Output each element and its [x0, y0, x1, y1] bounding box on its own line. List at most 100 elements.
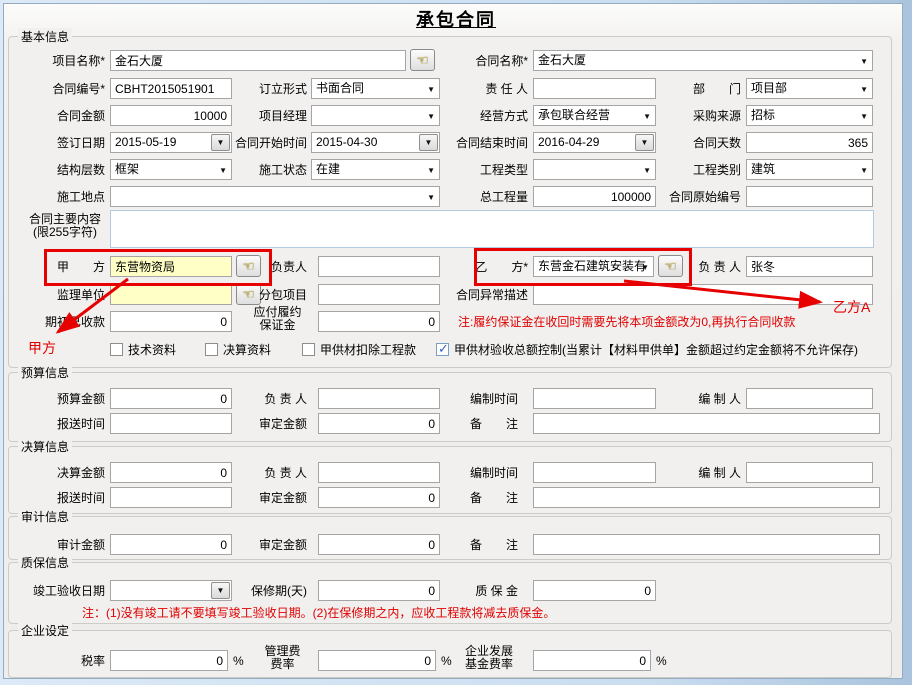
budget-remark-input[interactable] — [533, 413, 880, 434]
mgmt-fee-rate-label-line2: 费率 — [270, 657, 294, 671]
checkbox-material-total-control[interactable]: 甲供材验收总额控制(当累计【材料甲供单】金额超过约定金额将不允许保存) — [436, 341, 858, 358]
chevron-down-icon: ▼ — [427, 188, 435, 207]
form-type-combo[interactable]: 书面合同▼ — [311, 78, 440, 99]
budget-approved-label: 审定金额 — [240, 414, 307, 434]
budget-person-input[interactable] — [318, 388, 440, 409]
party-b-person-input[interactable] — [746, 256, 873, 277]
warranty-note: 注：(1)没有竣工请不要填写竣工验收日期。(2)在保修期之内，应收工程款将减去质… — [82, 604, 555, 621]
contract-days-input[interactable] — [746, 132, 873, 153]
chevron-down-icon: ▼ — [643, 161, 651, 180]
project-name-input[interactable] — [110, 50, 406, 71]
group-enterprise-settings-legend: 企业设定 — [18, 622, 72, 639]
budget-approved-input[interactable] — [318, 413, 440, 434]
procurement-source-label: 采购来源 — [664, 106, 741, 126]
quantity-label: 总工程量 — [446, 187, 528, 207]
responsible-input[interactable] — [533, 78, 656, 99]
checkbox-icon[interactable] — [302, 343, 315, 356]
initial-received-input[interactable] — [110, 311, 232, 332]
checkbox-label: 甲供材扣除工程款 — [320, 341, 416, 358]
project-name-pick-button[interactable]: ☜ — [410, 49, 435, 71]
warranty-period-input[interactable] — [318, 580, 440, 601]
budget-compile-time-input[interactable] — [533, 388, 656, 409]
construction-status-label: 施工状态 — [240, 160, 307, 180]
checkbox-icon[interactable] — [110, 343, 123, 356]
party-a-callout-text: 甲方 — [28, 338, 56, 358]
final-compiler-input[interactable] — [746, 462, 873, 483]
tax-rate-unit: % — [233, 651, 244, 671]
project-class-label: 工程类别 — [664, 160, 741, 180]
checkbox-icon[interactable] — [205, 343, 218, 356]
budget-submit-input[interactable] — [110, 413, 232, 434]
warranty-period-label: 保修期(天) — [240, 581, 307, 601]
checkbox-checked-icon[interactable] — [436, 343, 449, 356]
final-amount-input[interactable] — [110, 462, 232, 483]
exception-label: 合同异常描述 — [446, 285, 528, 305]
party-a-person-input[interactable] — [318, 256, 440, 277]
chevron-down-icon: ▼ — [860, 52, 868, 71]
chevron-down-icon: ▼ — [211, 582, 230, 599]
budget-compiler-input[interactable] — [746, 388, 873, 409]
exception-input[interactable] — [533, 284, 873, 305]
mgmt-fee-rate-input[interactable] — [318, 650, 436, 671]
main-content-textarea[interactable] — [110, 210, 874, 248]
procurement-source-combo[interactable]: 招标 ▼ — [746, 105, 873, 126]
audit-amount-input[interactable] — [110, 534, 232, 555]
final-compile-time-label: 编制时间 — [446, 463, 518, 483]
structure-floors-combo[interactable]: 框架▼ — [110, 159, 232, 180]
group-final-info-legend: 决算信息 — [18, 438, 72, 455]
retention-money-input[interactable] — [533, 580, 656, 601]
end-date-picker[interactable]: 2016-04-29▼ — [533, 132, 656, 153]
checkbox-deduct-material[interactable]: 甲供材扣除工程款 — [302, 341, 416, 358]
operation-mode-combo[interactable]: 承包联合经营▼ — [533, 105, 656, 126]
chevron-down-icon: ▼ — [427, 107, 435, 126]
final-amount-label: 决算金额 — [28, 463, 105, 483]
subproject-input[interactable] — [318, 284, 440, 305]
quantity-input[interactable] — [533, 186, 656, 207]
start-date-picker[interactable]: 2015-04-30▼ — [311, 132, 440, 153]
location-combo[interactable]: ▼ — [110, 186, 440, 207]
bond-input[interactable] — [318, 311, 440, 332]
contract-amount-input[interactable] — [110, 105, 232, 126]
dev-fund-rate-input[interactable] — [533, 650, 651, 671]
sign-date-picker[interactable]: 2015-05-19▼ — [110, 132, 232, 153]
supervisor-input[interactable] — [110, 284, 232, 305]
chevron-down-icon: ▼ — [211, 134, 230, 151]
construction-status-combo[interactable]: 在建▼ — [311, 159, 440, 180]
audit-approved-label: 审定金额 — [240, 535, 307, 555]
budget-remark-label: 备 注 — [446, 414, 518, 434]
chevron-down-icon: ▼ — [860, 107, 868, 126]
checkbox-tech-docs[interactable]: 技术资料 — [110, 341, 176, 358]
contract-name-combo[interactable]: 金石大厦▼ — [533, 50, 873, 71]
final-approved-input[interactable] — [318, 487, 440, 508]
chevron-down-icon: ▼ — [860, 161, 868, 180]
tax-rate-input[interactable] — [110, 650, 228, 671]
project-class-combo[interactable]: 建筑▼ — [746, 159, 873, 180]
final-remark-input[interactable] — [533, 487, 880, 508]
budget-amount-input[interactable] — [110, 388, 232, 409]
final-compile-time-input[interactable] — [533, 462, 656, 483]
group-audit-info-legend: 审计信息 — [18, 508, 72, 525]
department-combo[interactable]: 项目部▼ — [746, 78, 873, 99]
project-manager-combo[interactable]: ▼ — [311, 105, 440, 126]
procurement-source-value: 招标 — [751, 108, 775, 122]
audit-approved-input[interactable] — [318, 534, 440, 555]
bond-note: 注:履约保证金在收回时需要先将本项金额改为0,再执行合同收款 — [458, 313, 795, 330]
final-person-input[interactable] — [318, 462, 440, 483]
end-date-label: 合同结束时间 — [446, 133, 528, 153]
end-date-value: 2016-04-29 — [538, 135, 599, 149]
department-label: 部 门 — [664, 79, 741, 99]
checkbox-final-docs[interactable]: 决算资料 — [205, 341, 271, 358]
party-a-highlight-box — [44, 249, 272, 286]
project-type-combo[interactable]: ▼ — [533, 159, 656, 180]
form-type-value: 书面合同 — [316, 81, 364, 95]
audit-remark-input[interactable] — [533, 534, 880, 555]
original-no-input[interactable] — [746, 186, 873, 207]
contract-no-input[interactable] — [110, 78, 232, 99]
structure-floors-label: 结构层数 — [28, 160, 105, 180]
start-date-value: 2015-04-30 — [316, 135, 377, 149]
acceptance-date-picker[interactable]: ▼ — [110, 580, 232, 601]
checkbox-label: 甲供材验收总额控制(当累计【材料甲供单】金额超过约定金额将不允许保存) — [454, 341, 858, 358]
final-submit-input[interactable] — [110, 487, 232, 508]
checkbox-label: 决算资料 — [223, 341, 271, 358]
main-content-label-line2: (限255字符) — [33, 225, 97, 239]
